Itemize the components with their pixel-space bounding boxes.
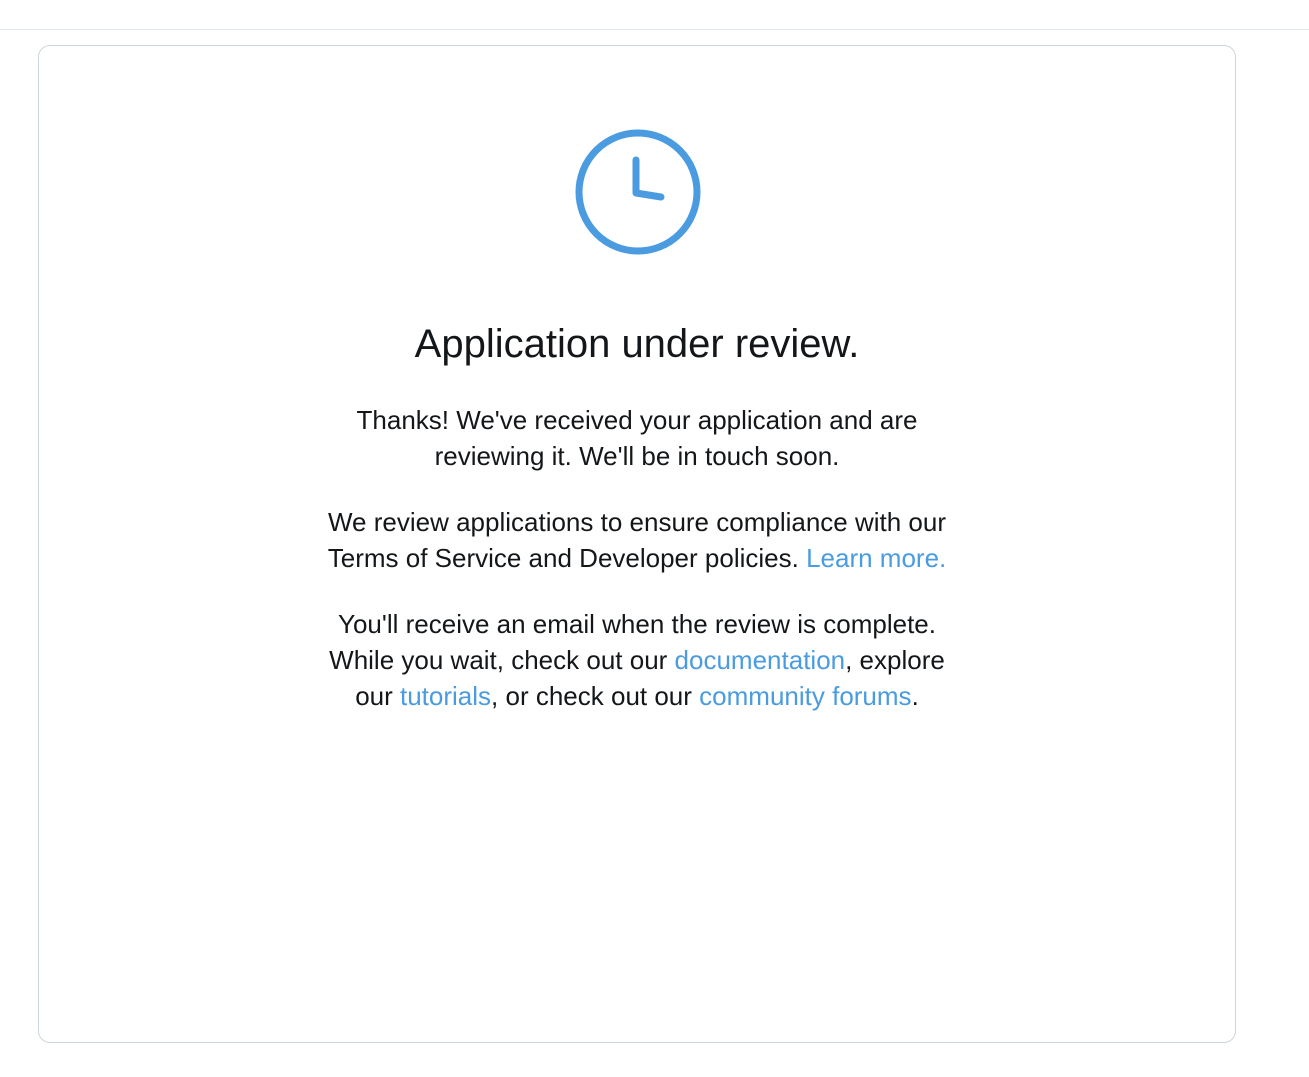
compliance-line-2: Terms of Service and Developer policies.… xyxy=(39,540,1235,576)
tutorials-link[interactable]: tutorials xyxy=(400,681,491,711)
documentation-link[interactable]: documentation xyxy=(675,645,846,675)
confirmation-message: Thanks! We've received your application … xyxy=(39,402,1235,474)
header-divider xyxy=(0,29,1309,30)
next-steps-message: You'll receive an email when the review … xyxy=(39,606,1235,714)
confirmation-line-2: reviewing it. We'll be in touch soon. xyxy=(434,441,840,471)
review-status-card: Application under review. Thanks! We've … xyxy=(38,45,1236,1043)
compliance-line-2-text: Terms of Service and Developer policies. xyxy=(327,543,799,573)
compliance-message: We review applications to ensure complia… xyxy=(39,504,1235,576)
next-steps-line-1: You'll receive an email when the review … xyxy=(338,609,936,639)
confirmation-line-1: Thanks! We've received your application … xyxy=(356,405,918,435)
learn-more-link[interactable]: Learn more. xyxy=(806,543,946,573)
next-steps-line-3-prefix: our xyxy=(355,681,393,711)
next-steps-line-3-middle: , or check out our xyxy=(491,681,692,711)
next-steps-line-2-suffix: , explore xyxy=(845,645,945,675)
community-forums-link[interactable]: community forums xyxy=(699,681,911,711)
next-steps-line-3: our tutorials, or check out our communit… xyxy=(39,678,1235,714)
compliance-line-1: We review applications to ensure complia… xyxy=(327,507,947,537)
page-title: Application under review. xyxy=(414,322,860,366)
next-steps-line-3-suffix: . xyxy=(911,681,919,711)
next-steps-line-2-prefix: While you wait, check out our xyxy=(329,645,668,675)
next-steps-line-2: While you wait, check out our documentat… xyxy=(39,642,1235,678)
clock-icon xyxy=(575,129,701,255)
